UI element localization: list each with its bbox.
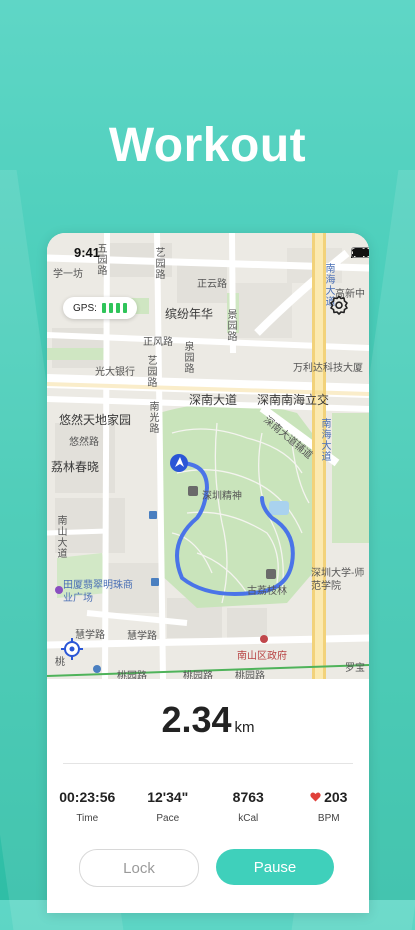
map-label: 正风路 xyxy=(143,337,173,348)
stat-pace: 12'34" Pace xyxy=(133,789,203,824)
gps-signal-bars xyxy=(101,303,127,313)
map-label: 桃园路 xyxy=(117,671,147,679)
stat-kcal: 8763 kCal xyxy=(213,789,283,824)
map-label: 悠然路 xyxy=(69,437,99,448)
map-label: 学一坊 xyxy=(53,269,83,280)
stat-label: kCal xyxy=(238,813,259,824)
gps-label: GPS: xyxy=(73,302,97,314)
pause-button[interactable]: Pause xyxy=(216,849,334,885)
stat-label: Pace xyxy=(156,813,180,824)
locate-me-button[interactable] xyxy=(61,638,85,662)
map-label: 桃园路 xyxy=(235,671,265,679)
distance-value: 2.34 xyxy=(161,699,232,740)
gps-bar xyxy=(101,303,106,313)
map-label: 南光路 xyxy=(147,401,158,434)
map-label: 深圳精神 xyxy=(202,491,242,502)
stat-label: Time xyxy=(76,813,99,824)
map-label: 艺园路 xyxy=(145,355,156,388)
map-label: 深圳大学-师范学院 xyxy=(311,568,365,592)
map-label: 南海大道 xyxy=(319,418,330,462)
map-label: 景园路 xyxy=(225,309,236,342)
page-headline: Workout xyxy=(108,119,307,172)
gps-bar xyxy=(122,303,127,313)
stat-bpm: 203 BPM xyxy=(294,789,364,824)
map-label: 深南大道 xyxy=(189,393,238,407)
stat-value: 12'34" xyxy=(147,789,189,805)
stats-row: 00:23:56 Time 12'34" Pace 8763 kCal 203 … xyxy=(47,789,369,824)
map-label: 罗宝 xyxy=(345,663,365,674)
map-label: 正云路 xyxy=(197,279,227,290)
heart-icon xyxy=(310,792,321,802)
distance-unit: km xyxy=(234,719,255,736)
stat-value-wrap: 203 xyxy=(294,789,364,805)
map-label: 深南南海立交 xyxy=(257,393,330,407)
settings-button[interactable] xyxy=(329,295,355,321)
map-label: 缤纷年华 xyxy=(165,307,214,321)
divider xyxy=(63,763,353,764)
map-label: 田厦翡翠明珠商业广场 xyxy=(63,580,133,604)
lock-button[interactable]: Lock xyxy=(79,849,199,887)
stat-value: 8763 xyxy=(232,789,264,805)
stat-value: 00:23:56 xyxy=(59,789,116,805)
map-label: 荔林春晓 xyxy=(51,460,100,474)
phone-frame: 学一坊 五园路 艺园路 正云路 缤纷年华 景园路 南海大道 高新中 正风路 泉园… xyxy=(47,233,369,913)
map-view[interactable]: 学一坊 五园路 艺园路 正云路 缤纷年华 景园路 南海大道 高新中 正风路 泉园… xyxy=(47,233,369,679)
map-label: 慧学路 xyxy=(127,631,157,642)
stat-value: 203 xyxy=(324,789,348,805)
map-label: 艺园路 xyxy=(153,247,164,280)
status-time: 9:41 xyxy=(74,245,101,260)
map-label: 桃园路 xyxy=(183,671,213,679)
stat-label: BPM xyxy=(317,813,340,824)
map-label: 悠然天地家园 xyxy=(59,413,132,427)
map-label: 古荔枝林 xyxy=(247,586,287,597)
stat-time: 00:23:56 Time xyxy=(52,789,122,824)
gear-icon xyxy=(330,295,348,315)
map-label: 泉园路 xyxy=(182,341,193,374)
map-label: 万利达科技大厦 xyxy=(293,363,363,374)
map-label: 南山区政府 xyxy=(237,651,287,662)
gps-indicator: GPS: xyxy=(63,297,137,319)
battery-icon xyxy=(351,247,369,258)
distance-readout: 2.34 km xyxy=(47,699,369,741)
map-label: 南山大道 xyxy=(55,515,66,559)
gps-bar xyxy=(108,303,113,313)
crosshair-icon xyxy=(61,638,83,660)
gps-bar xyxy=(115,303,120,313)
map-label: 光大银行 xyxy=(95,367,135,378)
